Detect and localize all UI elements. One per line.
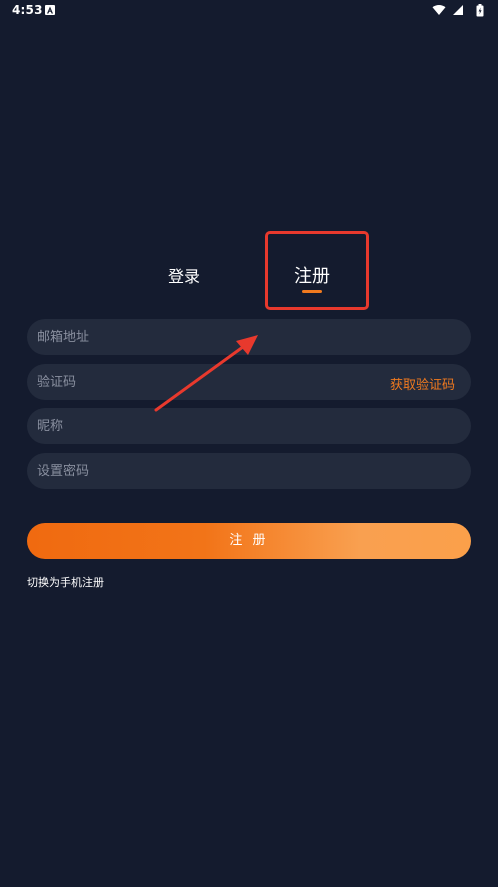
annotation-highlight-box xyxy=(265,231,369,310)
get-code-button[interactable]: 获取验证码 xyxy=(390,374,455,393)
notification-a-icon xyxy=(45,5,55,15)
email-field-container xyxy=(27,319,471,355)
signal-icon xyxy=(453,5,463,15)
battery-icon xyxy=(476,4,484,17)
status-bar: 4:53 xyxy=(0,0,498,22)
password-field-container xyxy=(27,453,471,489)
wifi-icon xyxy=(432,4,446,15)
password-input[interactable] xyxy=(27,453,471,489)
code-field-container: 获取验证码 xyxy=(27,364,471,400)
nickname-field-container xyxy=(27,408,471,444)
switch-to-phone-link[interactable]: 切换为手机注册 xyxy=(27,574,104,590)
status-time: 4:53 xyxy=(12,3,43,17)
nickname-input[interactable] xyxy=(27,408,471,444)
tab-login[interactable]: 登录 xyxy=(168,263,200,287)
register-screen: 4:53 登录 注册 获取验证码 xyxy=(0,0,498,887)
register-button[interactable]: 注 册 xyxy=(27,523,471,559)
email-input[interactable] xyxy=(27,319,471,355)
